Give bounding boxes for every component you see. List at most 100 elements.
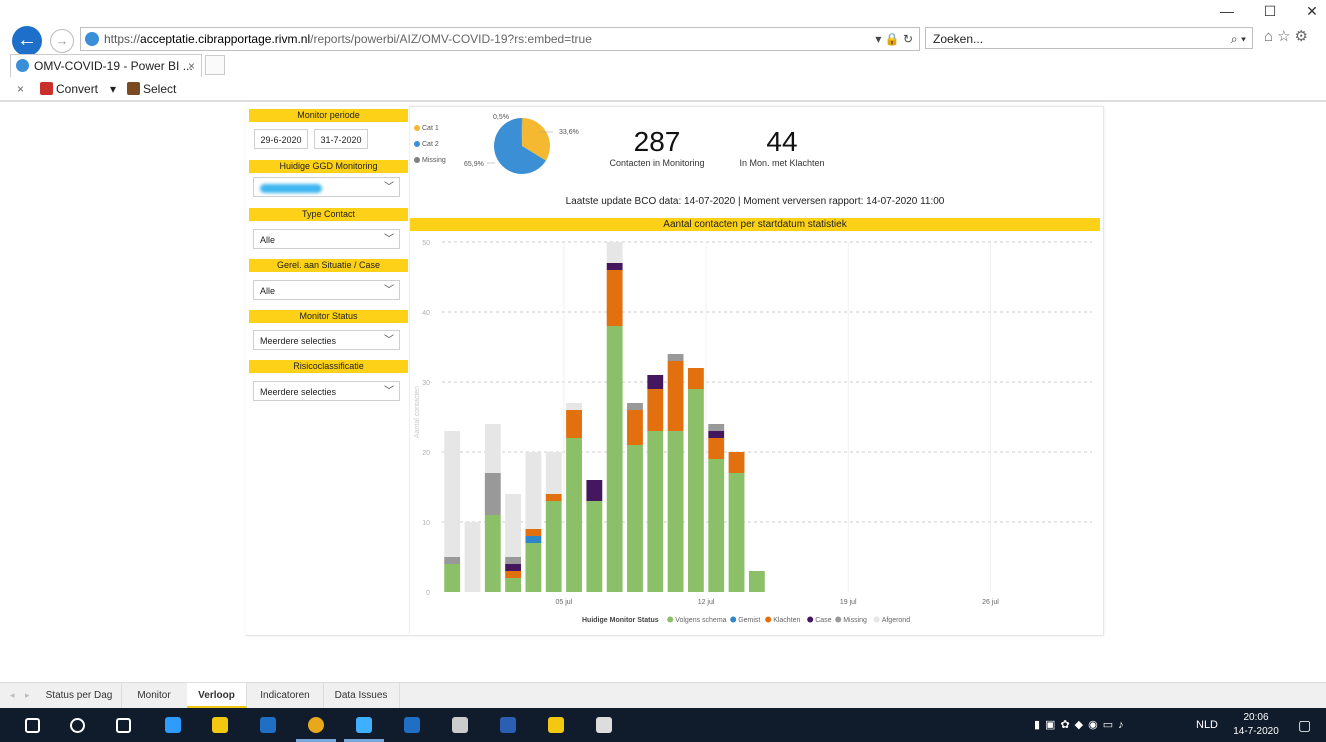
photos-icon[interactable] <box>596 717 612 733</box>
tab-close-button[interactable]: × <box>188 55 195 77</box>
legend-item-missing[interactable]: Missing <box>843 617 867 624</box>
explorer-icon[interactable] <box>548 717 564 733</box>
minimize-button[interactable]: — <box>1212 2 1242 20</box>
bar-segment-missing[interactable] <box>444 557 461 564</box>
bar-segment-klachten[interactable] <box>545 494 562 501</box>
outlook2-icon[interactable] <box>404 717 420 733</box>
bar-segment-klachten[interactable] <box>606 270 623 326</box>
address-actions-icon[interactable]: ▾ 🔒 ↻ <box>875 28 913 50</box>
legend-item-afgerond[interactable]: Afgerond <box>882 617 911 624</box>
search-input[interactable]: Zoeken... ⌕ ▾ <box>925 27 1253 49</box>
bar-segment-klachten[interactable] <box>667 361 684 431</box>
convert-dropdown-arrow[interactable]: ▾ <box>110 80 116 98</box>
search-icon[interactable] <box>70 718 85 733</box>
convert-button[interactable]: Convert <box>40 80 98 98</box>
tray-icons[interactable]: ▮▣✿◆◉▭♪ <box>1034 708 1129 742</box>
bar-segment-missing[interactable] <box>667 354 684 361</box>
favorites-star-icon[interactable]: ☆ <box>1277 28 1294 45</box>
monitor-status-dropdown[interactable]: Meerdere selecties ﹀ <box>253 330 400 350</box>
bar-segment-case[interactable] <box>708 431 725 438</box>
legend-item-case[interactable]: Case <box>815 617 831 624</box>
task-view-icon[interactable] <box>116 718 131 733</box>
cmdbar-close-button[interactable]: × <box>17 80 24 98</box>
bar-segment-klachten[interactable] <box>627 410 643 445</box>
page-tab-monitor[interactable]: Monitor <box>121 683 188 709</box>
bar-segment-afgerond[interactable] <box>484 424 501 473</box>
bar-segment-klachten[interactable] <box>687 368 704 389</box>
page-tab-data-issues[interactable]: Data Issues <box>323 683 400 709</box>
close-window-button[interactable]: ✕ <box>1297 2 1326 20</box>
bar-segment-gemist[interactable] <box>525 536 542 543</box>
pie-legend-item-cat1[interactable]: Cat 1 <box>414 125 446 141</box>
bar-segment-volgens-schema[interactable] <box>525 543 542 592</box>
notifications-icon[interactable]: ▢ <box>1298 708 1311 742</box>
bar-segment-volgens-schema[interactable] <box>505 578 522 592</box>
bar-segment-afgerond[interactable] <box>566 403 582 410</box>
bar-segment-volgens-schema[interactable] <box>484 515 501 592</box>
bar-segment-afgerond[interactable] <box>444 431 461 557</box>
word-icon[interactable] <box>500 717 516 733</box>
chrome-icon[interactable] <box>308 717 324 733</box>
new-tab-button[interactable] <box>205 55 225 75</box>
bar-segment-missing[interactable] <box>505 557 522 564</box>
pie-legend-item-cat2[interactable]: Cat 2 <box>414 141 446 157</box>
back-button[interactable]: ← <box>12 26 42 56</box>
page-tab-indicatoren[interactable]: Indicatoren <box>247 683 324 709</box>
bar-segment-volgens-schema[interactable] <box>647 431 664 592</box>
outlook-icon[interactable] <box>260 717 276 733</box>
date-to-input[interactable]: 31-7-2020 <box>314 129 368 149</box>
bar-segment-volgens-schema[interactable] <box>586 501 603 592</box>
bar-segment-case[interactable] <box>606 263 623 270</box>
bar-segment-missing[interactable] <box>627 403 643 410</box>
tab-scroll-right-icon[interactable]: ▸ <box>25 690 30 701</box>
risicoclassificatie-dropdown[interactable]: Meerdere selecties ﹀ <box>253 381 400 401</box>
search-icon[interactable]: ⌕ ▾ <box>1231 28 1246 50</box>
address-bar[interactable]: https://acceptatie.cibrapportage.rivm.nl… <box>80 27 920 51</box>
bar-segment-afgerond[interactable] <box>505 494 522 557</box>
forward-button[interactable]: → <box>50 29 74 53</box>
legend-item-volgens-schema[interactable]: Volgens schema <box>675 617 726 624</box>
situatie-case-dropdown[interactable]: Alle ﹀ <box>253 280 400 300</box>
bar-segment-volgens-schema[interactable] <box>566 438 582 592</box>
language-indicator[interactable]: NLD <box>1196 708 1218 742</box>
pie-legend-item-missing[interactable]: Missing <box>414 157 446 173</box>
bar-segment-case[interactable] <box>586 480 603 501</box>
edge-icon[interactable] <box>165 717 181 733</box>
bar-segment-missing[interactable] <box>484 473 501 515</box>
bar-segment-afgerond[interactable] <box>606 242 623 263</box>
browser-toolbar-icons[interactable]: ⌂☆⚙ <box>1264 27 1312 45</box>
legend-item-gemist[interactable]: Gemist <box>738 617 760 624</box>
bar-segment-missing[interactable] <box>708 424 725 431</box>
bar-segment-volgens-schema[interactable] <box>444 564 461 592</box>
type-contact-dropdown[interactable]: Alle ﹀ <box>253 229 400 249</box>
select-button[interactable]: Select <box>127 80 176 98</box>
bar-segment-volgens-schema[interactable] <box>748 571 765 592</box>
bar-segment-volgens-schema[interactable] <box>606 326 623 592</box>
lock-icon[interactable] <box>212 717 228 733</box>
page-tab-verloop[interactable]: Verloop <box>187 683 247 709</box>
bar-segment-afgerond[interactable] <box>545 452 562 494</box>
settings-gear-icon[interactable]: ⚙ <box>1295 28 1312 45</box>
paint-icon[interactable] <box>452 717 468 733</box>
date-from-input[interactable]: 29-6-2020 <box>254 129 308 149</box>
windows-start-icon[interactable] <box>25 718 40 733</box>
bar-segment-volgens-schema[interactable] <box>687 389 704 592</box>
bar-segment-klachten[interactable] <box>505 571 522 578</box>
bar-segment-klachten[interactable] <box>647 389 664 431</box>
browser-tab[interactable]: OMV-COVID-19 - Power BI ... × <box>10 54 202 77</box>
bar-segment-volgens-schema[interactable] <box>728 473 745 592</box>
maximize-button[interactable]: ☐ <box>1255 2 1285 20</box>
bar-segment-afgerond[interactable] <box>525 452 542 529</box>
bar-segment-case[interactable] <box>505 564 522 571</box>
clock[interactable]: 20:06 14-7-2020 <box>1228 711 1284 739</box>
ie-icon[interactable] <box>356 717 372 733</box>
legend-item-klachten[interactable]: Klachten <box>773 617 800 624</box>
bar-segment-volgens-schema[interactable] <box>545 501 562 592</box>
bar-segment-afgerond[interactable] <box>464 522 481 592</box>
home-icon[interactable]: ⌂ <box>1264 28 1277 45</box>
bar-segment-volgens-schema[interactable] <box>627 445 643 592</box>
tab-scroll-left-icon[interactable]: ◂ <box>10 690 15 701</box>
bar-segment-case[interactable] <box>647 375 664 389</box>
ggd-monitoring-dropdown[interactable]: ﹀ <box>253 177 400 197</box>
page-tab-status-per-dag[interactable]: Status per Dag <box>37 683 122 709</box>
